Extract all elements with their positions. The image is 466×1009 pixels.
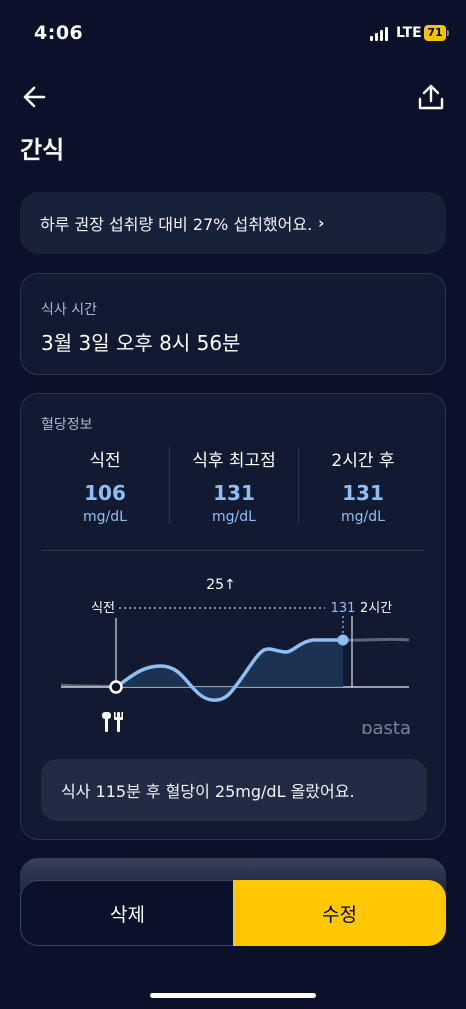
chart-post-line [342, 637, 410, 642]
meal-time-value: 3월 3일 오후 8시 56분 [41, 331, 241, 355]
home-indicator [150, 993, 316, 998]
battery-tip [447, 30, 449, 36]
stat-after-2h: 2시간 후 131 mg/dL [299, 446, 427, 525]
intake-banner[interactable]: 하루 권장 섭취량 대비 27% 섭취했어요. › [20, 192, 446, 254]
meal-time-label: 식사 시간 [41, 302, 97, 318]
summary-text: 식사 115분 후 혈당이 25mg/dL 올랐어요. [61, 782, 355, 801]
share-icon [418, 84, 444, 110]
status-time: 4:06 [34, 22, 84, 44]
stat-title: 식전 [89, 451, 121, 471]
battery-icon: 71 [424, 25, 446, 41]
edit-button[interactable]: 수정 [233, 880, 446, 946]
glucose-card: 혈당정보 식전 106 mg/dL 식후 최고점 131 mg/dL 2시간 후… [20, 393, 446, 840]
stat-title: 식후 최고점 [192, 451, 276, 471]
chart-end-label: 2시간 [360, 601, 392, 616]
stat-unit: mg/dL [212, 509, 256, 525]
stat-title: 2시간 후 [331, 451, 395, 471]
stat-value: 131 [342, 481, 384, 505]
stat-unit: mg/dL [341, 509, 385, 525]
delete-button[interactable]: 삭제 [20, 880, 234, 946]
intake-text: 하루 권장 섭취량 대비 27% 섭취했어요. [40, 215, 313, 234]
stat-value: 131 [213, 481, 255, 505]
stat-value: 106 [84, 481, 126, 505]
stat-before-meal: 식전 106 mg/dL [41, 446, 169, 525]
chart-rise-label: 25↑ [206, 577, 236, 593]
chart-start-label: 식전 [91, 601, 115, 616]
arrow-left-icon [23, 86, 46, 108]
glucose-label: 혈당정보 [41, 417, 93, 433]
glucose-chart: 25↑ 식전 131 2시간 pasta [60, 577, 411, 734]
share-button[interactable] [416, 83, 446, 111]
fork-knife-icon [102, 712, 123, 732]
glucose-summary: 식사 115분 후 혈당이 25mg/dL 올랐어요. [41, 759, 427, 821]
stat-unit: mg/dL [83, 509, 127, 525]
chart-start-point [109, 680, 123, 694]
chart-watermark: pasta [361, 718, 411, 734]
back-button[interactable] [22, 84, 50, 110]
chart-peak-label: 131 [331, 601, 356, 616]
signal-icon [370, 27, 388, 41]
stat-peak: 식후 최고점 131 mg/dL [170, 446, 298, 525]
meal-time-card[interactable]: 식사 시간 3월 3일 오후 8시 56분 [20, 273, 446, 375]
chevron-right-icon: › [318, 214, 325, 232]
chart-peak-point [337, 634, 349, 646]
page-title: 간식 [20, 136, 65, 164]
divider [41, 550, 425, 551]
network-label: LTE [396, 25, 422, 41]
